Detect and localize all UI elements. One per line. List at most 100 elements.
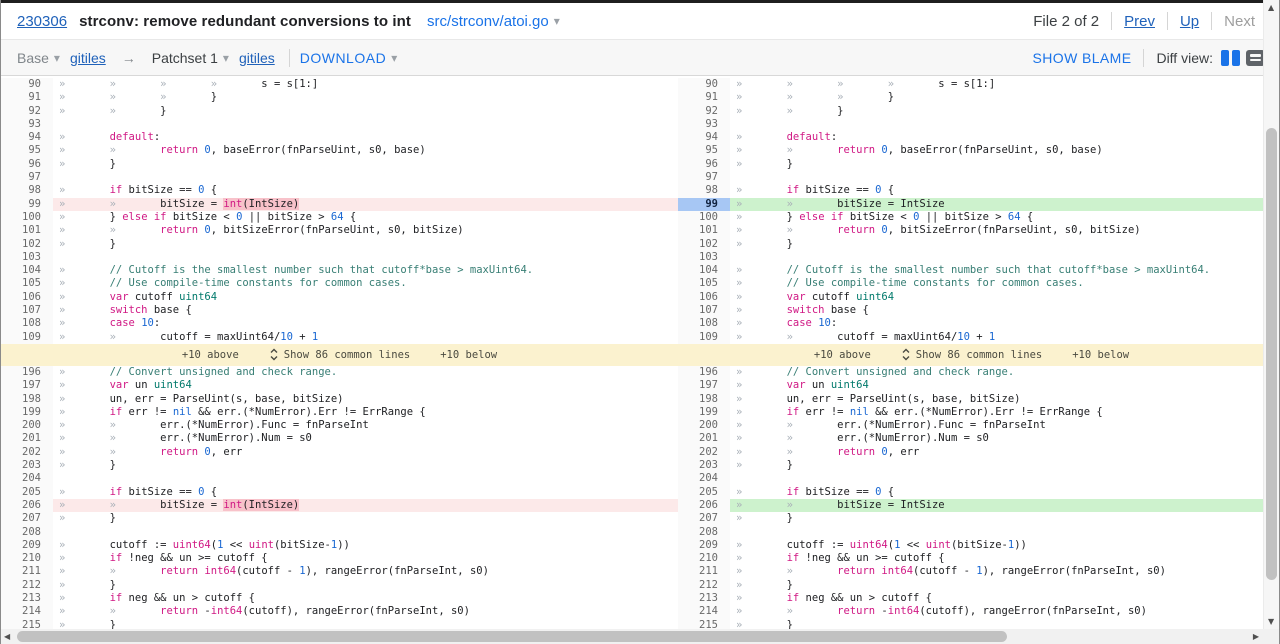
- line-number[interactable]: 105: [1, 277, 53, 291]
- line-number[interactable]: 99: [1, 197, 53, 211]
- code-line[interactable]: » if bitSize == 0 {: [53, 184, 678, 197]
- code-line[interactable]: » var cutoff uint64: [730, 291, 1265, 304]
- code-line[interactable]: » }: [53, 512, 678, 525]
- line-number[interactable]: 208: [1, 525, 53, 539]
- line-number[interactable]: 93: [678, 117, 730, 132]
- code-line[interactable]: » » » }: [53, 91, 678, 104]
- code-line[interactable]: » } else if bitSize < 0 || bitSize > 64 …: [730, 211, 1265, 224]
- line-number[interactable]: 201: [678, 432, 730, 446]
- line-number[interactable]: 92: [1, 104, 53, 118]
- line-number[interactable]: 92: [678, 104, 730, 118]
- code-line[interactable]: » un, err = ParseUint(s, base, bitSize): [53, 393, 678, 406]
- code-line[interactable]: [53, 472, 678, 485]
- code-line[interactable]: » switch base {: [53, 304, 678, 317]
- line-number[interactable]: 204: [1, 472, 53, 486]
- scroll-down-arrow-icon[interactable]: ▼: [1268, 617, 1274, 626]
- code-line[interactable]: » » }: [730, 105, 1265, 118]
- line-number[interactable]: 203: [678, 459, 730, 473]
- line-number[interactable]: 100: [1, 210, 53, 225]
- line-number[interactable]: 208: [678, 525, 730, 539]
- code-line[interactable]: » » return -int64(cutoff), rangeError(fn…: [730, 605, 1265, 618]
- line-number[interactable]: 91: [1, 91, 53, 105]
- line-number[interactable]: 211: [1, 565, 53, 579]
- line-number[interactable]: 197: [1, 379, 53, 393]
- line-number[interactable]: 93: [1, 117, 53, 132]
- line-number[interactable]: 197: [678, 379, 730, 393]
- code-line[interactable]: » }: [730, 579, 1265, 592]
- code-line[interactable]: » // Use compile-time constants for comm…: [53, 277, 678, 290]
- code-line[interactable]: » » return 0, err: [730, 446, 1265, 459]
- code-line[interactable]: » » cutoff = maxUint64/10 + 1: [730, 331, 1265, 344]
- code-line[interactable]: [53, 251, 678, 264]
- code-line[interactable]: » case 10:: [730, 317, 1265, 330]
- code-line[interactable]: » }: [53, 459, 678, 472]
- line-number[interactable]: 101: [1, 224, 53, 238]
- code-line[interactable]: » if bitSize == 0 {: [53, 486, 678, 499]
- line-number[interactable]: 199: [678, 405, 730, 420]
- code-line[interactable]: » » » » s = s[1:]: [53, 78, 678, 91]
- code-line[interactable]: » }: [730, 158, 1265, 171]
- code-line[interactable]: » }: [53, 158, 678, 171]
- file-path-dropdown[interactable]: src/strconv/atoi.go ▾: [427, 13, 560, 30]
- line-number[interactable]: 98: [1, 184, 53, 198]
- line-number[interactable]: 95: [678, 144, 730, 158]
- line-number[interactable]: 214: [678, 605, 730, 619]
- line-number[interactable]: 101: [678, 224, 730, 238]
- line-number[interactable]: 100: [678, 210, 730, 225]
- expand-below-button[interactable]: +10 below: [1072, 349, 1129, 361]
- line-number[interactable]: 196: [1, 365, 53, 380]
- code-line[interactable]: » }: [730, 238, 1265, 251]
- code-line[interactable]: » // Convert unsigned and check range.: [53, 366, 678, 379]
- code-line[interactable]: » » » » s = s[1:]: [730, 78, 1265, 91]
- code-line[interactable]: » }: [53, 579, 678, 592]
- line-number[interactable]: 205: [1, 485, 53, 499]
- line-number[interactable]: 97: [1, 171, 53, 185]
- line-number[interactable]: 198: [678, 392, 730, 406]
- code-line[interactable]: » » return -int64(cutoff), rangeError(fn…: [53, 605, 678, 618]
- line-number[interactable]: 109: [1, 330, 53, 344]
- line-number[interactable]: 209: [1, 538, 53, 553]
- line-number[interactable]: 108: [678, 317, 730, 331]
- expand-above-button[interactable]: +10 above: [182, 349, 239, 361]
- code-line[interactable]: » » bitSize = IntSize: [730, 197, 1265, 211]
- line-number[interactable]: 209: [678, 538, 730, 553]
- line-number[interactable]: 97: [678, 171, 730, 185]
- line-number[interactable]: 207: [1, 512, 53, 526]
- code-line[interactable]: » » bitSize = int(IntSize): [53, 498, 678, 513]
- code-line[interactable]: » » » }: [730, 91, 1265, 104]
- line-number[interactable]: 102: [1, 237, 53, 251]
- download-button[interactable]: DOWNLOAD ▾: [294, 50, 397, 66]
- line-number[interactable]: 196: [678, 365, 730, 380]
- line-number[interactable]: 199: [1, 405, 53, 420]
- line-number[interactable]: 213: [1, 591, 53, 606]
- code-line[interactable]: [730, 526, 1265, 539]
- prev-file-link[interactable]: Prev: [1124, 13, 1155, 30]
- scroll-up-arrow-icon[interactable]: ▲: [1268, 3, 1274, 12]
- line-number[interactable]: 201: [1, 432, 53, 446]
- line-number[interactable]: 203: [1, 459, 53, 473]
- horizontal-scrollbar[interactable]: ◀ ▶: [1, 629, 1265, 644]
- line-number[interactable]: 198: [1, 392, 53, 406]
- line-number[interactable]: 204: [678, 472, 730, 486]
- code-line[interactable]: » » }: [53, 105, 678, 118]
- code-line[interactable]: » var cutoff uint64: [53, 291, 678, 304]
- line-number[interactable]: 106: [678, 290, 730, 305]
- code-line[interactable]: » default:: [730, 131, 1265, 144]
- code-line[interactable]: » » return 0, err: [53, 446, 678, 459]
- code-line[interactable]: » » return int64(cutoff - 1), rangeError…: [730, 565, 1265, 578]
- code-line[interactable]: » if !neg && un >= cutoff {: [53, 552, 678, 565]
- line-number[interactable]: 211: [678, 565, 730, 579]
- horizontal-scrollbar-thumb[interactable]: [17, 631, 1007, 642]
- line-number[interactable]: 202: [1, 445, 53, 460]
- code-line[interactable]: » if neg && un > cutoff {: [53, 592, 678, 605]
- line-number[interactable]: 206: [678, 498, 730, 513]
- line-number[interactable]: 213: [678, 591, 730, 606]
- code-line[interactable]: » » err.(*NumError).Num = s0: [53, 432, 678, 445]
- code-line[interactable]: » » return 0, baseError(fnParseUint, s0,…: [730, 144, 1265, 157]
- code-line[interactable]: » » bitSize = int(IntSize): [53, 197, 678, 211]
- line-number[interactable]: 105: [678, 277, 730, 291]
- code-line[interactable]: » cutoff := uint64(1 << uint(bitSize-1)): [53, 539, 678, 552]
- code-line[interactable]: » if neg && un > cutoff {: [730, 592, 1265, 605]
- expand-below-button[interactable]: +10 below: [440, 349, 497, 361]
- show-blame-button[interactable]: SHOW BLAME: [1033, 50, 1132, 66]
